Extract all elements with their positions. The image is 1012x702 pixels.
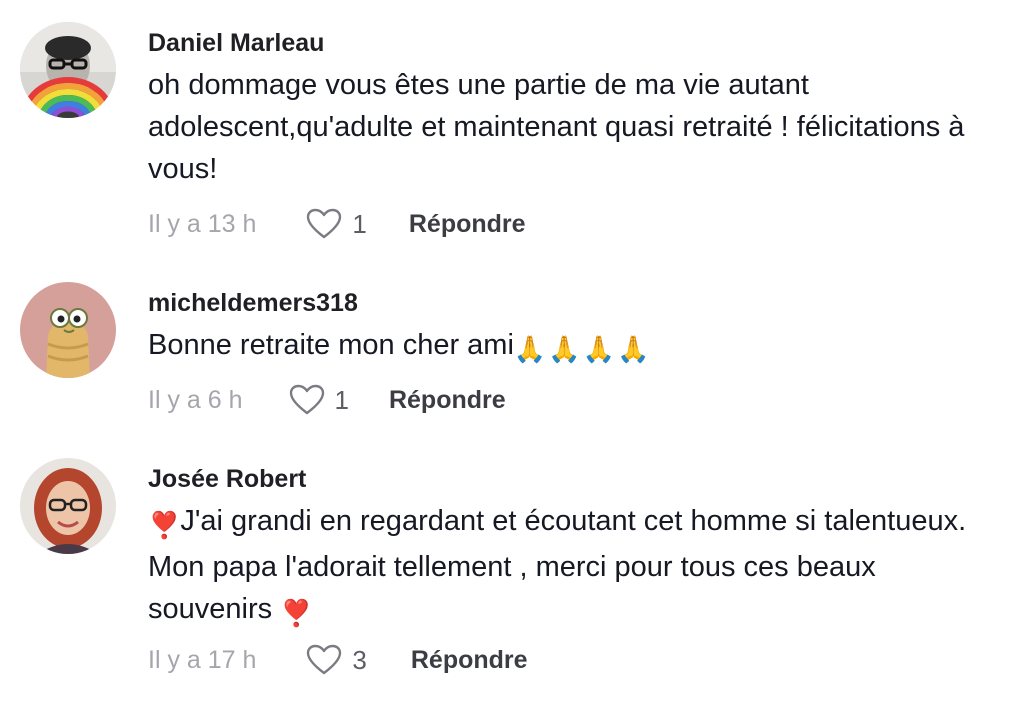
user-avatar[interactable] bbox=[20, 282, 116, 378]
reply-button[interactable]: Répondre bbox=[389, 386, 506, 415]
comment-text: Bonne retraite mon cher ami🙏🙏🙏🙏 bbox=[148, 324, 968, 370]
comment-meta: Il y a 17 h 3 Répondre bbox=[148, 642, 528, 678]
like-button[interactable]: 1 bbox=[306, 208, 367, 240]
reply-button[interactable]: Répondre bbox=[409, 210, 526, 239]
praying-hands-emoji: 🙏🙏🙏🙏 bbox=[513, 334, 652, 364]
like-count: 3 bbox=[352, 644, 367, 675]
comment-meta: Il y a 6 h 1 Répondre bbox=[148, 382, 506, 418]
comment-text: ❣️J'ai grandi en regardant et écoutant c… bbox=[148, 500, 968, 634]
comment-time: Il y a 13 h bbox=[148, 209, 257, 238]
comment-username[interactable]: Josée Robert bbox=[148, 465, 306, 494]
comment-item: Josée Robert ❣️J'ai grandi en regardant … bbox=[0, 438, 1012, 702]
comment-meta: Il y a 13 h 1 Répondre bbox=[148, 206, 526, 242]
comment-text: oh dommage vous êtes une partie de ma vi… bbox=[148, 69, 965, 185]
heart-icon bbox=[289, 384, 324, 415]
portrait-rainbow-avatar-icon bbox=[20, 22, 116, 118]
like-button[interactable]: 1 bbox=[289, 384, 349, 416]
like-count: 1 bbox=[352, 208, 367, 239]
heart-exclamation-emoji: ❣️ bbox=[280, 598, 313, 628]
heart-icon bbox=[307, 208, 342, 239]
comment-text-body: J'ai grandi en regardant et écoutant cet… bbox=[148, 505, 967, 625]
comment-username[interactable]: Daniel Marleau bbox=[148, 29, 324, 58]
cartoon-character-avatar-icon bbox=[20, 282, 116, 378]
heart-exclamation-emoji: ❣️ bbox=[148, 510, 181, 540]
woman-glasses-avatar-icon bbox=[20, 458, 116, 554]
comment-time: Il y a 17 h bbox=[148, 645, 257, 674]
comment-username[interactable]: micheldemers318 bbox=[148, 289, 358, 318]
comment-item: Daniel Marleau oh dommage vous êtes une … bbox=[0, 0, 1012, 260]
comment-time: Il y a 6 h bbox=[148, 385, 243, 414]
like-count: 1 bbox=[334, 384, 349, 415]
reply-button[interactable]: Répondre bbox=[411, 646, 528, 675]
heart-icon bbox=[307, 644, 342, 675]
comment-text-body: Bonne retraite mon cher ami bbox=[148, 329, 514, 361]
comment-item: micheldemers318 Bonne retraite mon cher … bbox=[0, 260, 1012, 440]
like-button[interactable]: 3 bbox=[306, 644, 367, 676]
user-avatar[interactable] bbox=[20, 458, 116, 554]
user-avatar[interactable] bbox=[20, 22, 116, 118]
